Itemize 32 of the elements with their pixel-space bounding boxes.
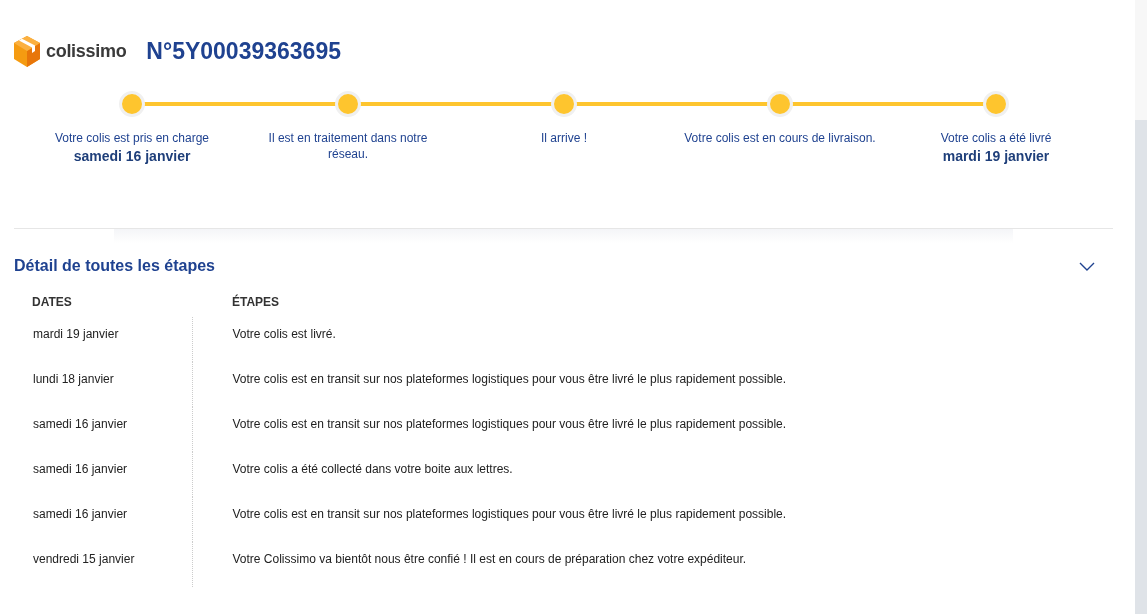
progress-dot xyxy=(551,91,577,117)
progress-label: Il est en traitement dans notre réseau. xyxy=(267,130,429,162)
progress-label: Votre colis est pris en charge xyxy=(53,130,211,146)
section-title[interactable]: Détail de toutes les étapes xyxy=(14,257,215,275)
step-cell: Votre colis a été collecté dans votre boite aux lettres. xyxy=(192,452,788,497)
column-header: ÉTAPES xyxy=(192,295,788,317)
chevron-icon[interactable] xyxy=(1079,261,1095,271)
progress-dot xyxy=(119,91,145,117)
scrollbar[interactable] xyxy=(1135,0,1147,614)
date-cell: lundi 18 janvier xyxy=(32,362,192,407)
date-cell: samedi 16 janvier xyxy=(32,407,192,452)
date-cell: samedi 16 janvier xyxy=(32,497,192,542)
step-cell: Votre colis est livré. xyxy=(192,317,788,362)
step-cell: Votre colis est en transit sur nos plateformes logistiques pour vous être livré le plus rapidement possible. xyxy=(192,497,788,542)
step-cell: Votre Colissimo va bientôt nous être confié ! Il est en cours de préparation chez votre expéditeur. xyxy=(192,542,788,587)
progress-date: mardi 19 janvier xyxy=(942,148,1050,164)
progress-label: Votre colis a été livré xyxy=(939,130,1053,146)
progress-label: Il arrive ! xyxy=(540,130,588,146)
progress-dot xyxy=(983,91,1009,117)
step-cell: Votre colis est en transit sur nos plateformes logistiques pour vous être livré le plus rapidement possible. xyxy=(192,407,788,452)
progress-dot xyxy=(335,91,361,117)
date-cell: mardi 19 janvier xyxy=(32,317,192,362)
step-cell: Votre colis est en transit sur nos plateformes logistiques pour vous être livré le plus rapidement possible. xyxy=(192,362,788,407)
column-header: DATES xyxy=(32,295,192,317)
brand-name: colissimo xyxy=(46,40,127,62)
date-cell: samedi 16 janvier xyxy=(32,452,192,497)
tracking-number: N°5Y00039363695 xyxy=(146,37,341,65)
progress-date: samedi 16 janvier xyxy=(73,148,191,164)
progress-label: Votre colis est en cours de livraison. xyxy=(683,130,877,146)
progress-dot xyxy=(767,91,793,117)
date-cell: vendredi 15 janvier xyxy=(32,542,192,587)
box-icon xyxy=(14,35,40,67)
